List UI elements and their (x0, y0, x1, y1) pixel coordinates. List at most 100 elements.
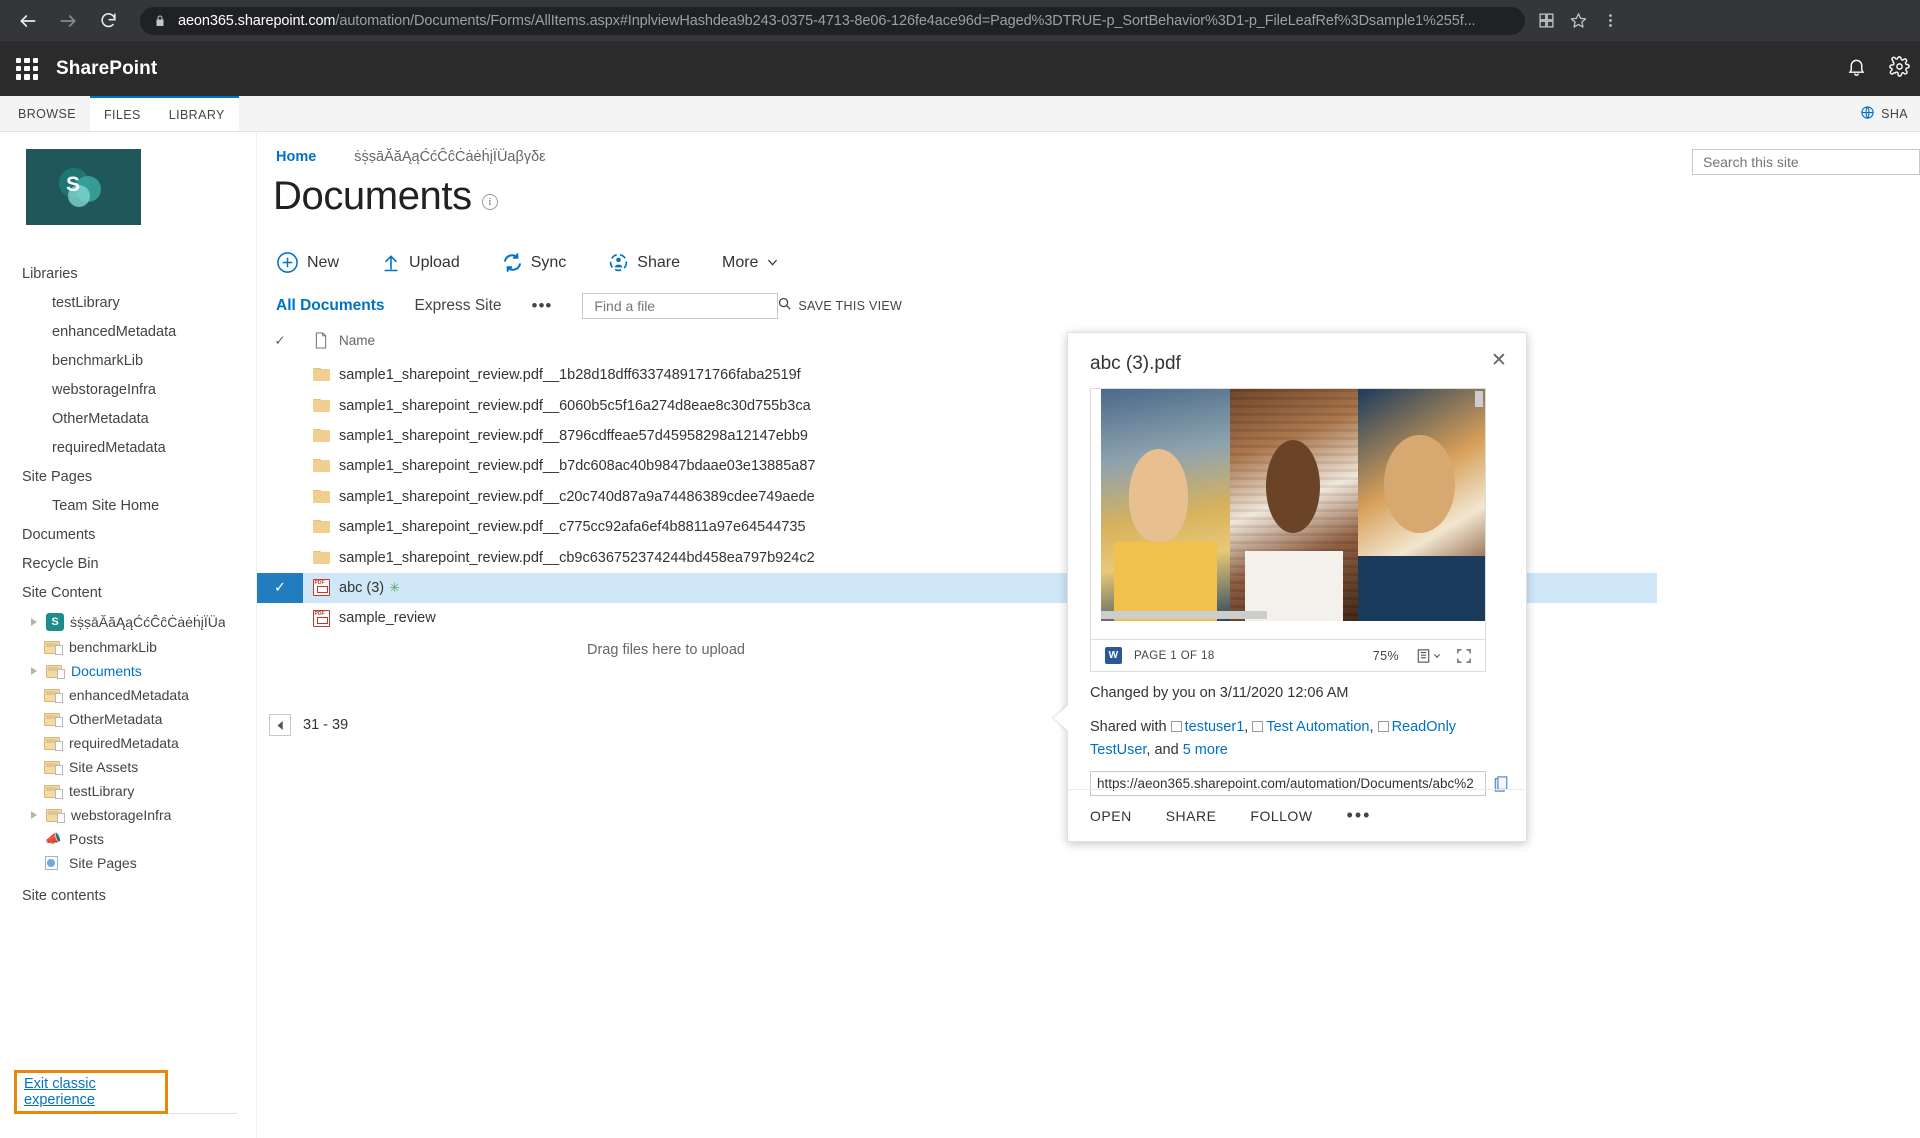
suite-title[interactable]: SharePoint (56, 58, 157, 80)
ribbon-tab-files[interactable]: FILES (90, 98, 155, 131)
row-checkbox[interactable]: ✓ (257, 572, 303, 604)
breadcrumb-site[interactable]: ṡṡ̩ṣāĂăĄąĆćĈĉĊȧėḣįÏÜaβγδε (354, 149, 545, 165)
nav-section-documents[interactable]: Documents (0, 520, 257, 549)
quick-launch-list: Libraries testLibrary enhancedMetadata b… (0, 259, 257, 910)
nav-item-benchmarklib[interactable]: benchmarkLib (0, 346, 257, 375)
save-this-view-link[interactable]: SAVE THIS VIEW (798, 299, 902, 313)
file-preview-callout: abc (3).pdf ✕ W PAGE 1 OF 18 75% Changed… (1054, 332, 1527, 842)
more-button[interactable]: More (722, 254, 821, 272)
find-a-file-box[interactable] (582, 293, 791, 319)
notifications-icon[interactable] (1846, 56, 1867, 82)
tree-item-posts[interactable]: 📣 Posts (0, 827, 257, 851)
page-title-text: Documents (273, 174, 472, 218)
tree-item-site-assets[interactable]: Site Assets (0, 755, 257, 779)
new-item-sparkle-icon: ✳ (389, 579, 401, 595)
person-presence-icon (1170, 721, 1182, 732)
tree-item-site-pages[interactable]: Site Pages (0, 851, 257, 875)
ribbon-share-area[interactable]: SHA (1860, 96, 1920, 131)
tree-item-label: ṡṡ̩ṣāĂăĄąĆćĈĉĊȧėḣįÏÜaβγδε (70, 614, 225, 630)
upload-button-label: Upload (409, 253, 460, 271)
ribbon-tab-browse[interactable]: BROWSE (0, 96, 90, 131)
changed-by-text: Changed by you on 3/11/2020 12:06 AM (1090, 685, 1349, 701)
twisty-icon[interactable] (30, 617, 40, 627)
open-button[interactable]: OPEN (1090, 808, 1132, 824)
forward-button[interactable] (50, 3, 86, 39)
info-icon[interactable]: i (481, 194, 498, 210)
folder-icon (44, 687, 63, 703)
find-a-file-input[interactable] (592, 297, 778, 315)
page-layout-icon[interactable] (1417, 648, 1441, 663)
word-icon: W (1105, 647, 1122, 664)
site-content-tree: S ṡṡ̩ṣāĂăĄąĆćĈĉĊȧėḣįÏÜaβγδε benchmarkLib… (0, 609, 257, 875)
tree-item-site-root[interactable]: S ṡṡ̩ṣāĂăĄąĆćĈĉĊȧėḣįÏÜaβγδε (0, 609, 257, 635)
twisty-icon[interactable] (30, 666, 40, 676)
tree-item-testlibrary[interactable]: testLibrary (0, 779, 257, 803)
exit-classic-experience-link[interactable]: Exit classic experience (24, 1076, 165, 1108)
nav-item-enhancedmetadata[interactable]: enhancedMetadata (0, 317, 257, 346)
view-tab-all-documents[interactable]: All Documents (276, 297, 385, 315)
browser-menu-icon[interactable] (1595, 6, 1625, 36)
tree-item-webstorageinfra[interactable]: webstorageInfra (0, 803, 257, 827)
close-icon[interactable]: ✕ (1486, 347, 1512, 373)
folder-icon (44, 711, 63, 727)
share-button[interactable]: SHARE (1166, 808, 1217, 824)
settings-gear-icon[interactable] (1889, 55, 1910, 82)
row-file-name-text: abc (3) (339, 579, 385, 596)
app-launcher-icon[interactable] (14, 56, 40, 82)
nav-item-webstorageinfra[interactable]: webstorageInfra (0, 375, 257, 404)
tree-item-othermetadata[interactable]: OtherMetadata (0, 707, 257, 731)
tree-item-benchmarklib[interactable]: benchmarkLib (0, 635, 257, 659)
tree-item-enhancedmetadata[interactable]: enhancedMetadata (0, 683, 257, 707)
bookmark-star-icon[interactable] (1563, 6, 1593, 36)
share-label: SHA (1881, 106, 1908, 121)
fullscreen-icon[interactable] (1457, 648, 1471, 663)
preview-zoom-level[interactable]: 75% (1373, 649, 1399, 663)
follow-button[interactable]: FOLLOW (1250, 808, 1312, 824)
callout-more-icon[interactable]: ••• (1347, 805, 1372, 826)
nav-item-requiredmetadata[interactable]: requiredMetadata (0, 433, 257, 462)
tree-item-documents[interactable]: Documents (0, 659, 257, 683)
view-more-icon[interactable]: ••• (532, 296, 553, 316)
page-title: Documents i (273, 174, 498, 219)
nav-section-recycle-bin[interactable]: Recycle Bin (0, 549, 257, 578)
ribbon-tab-library[interactable]: LIBRARY (155, 98, 239, 131)
view-tab-express-site[interactable]: Express Site (415, 297, 502, 315)
sharepoint-site-logo: S (26, 149, 141, 225)
install-app-icon[interactable] (1531, 6, 1561, 36)
upload-button[interactable]: Upload (381, 252, 502, 274)
sidebar-footer: Exit classic experience (0, 1070, 257, 1114)
tree-item-label: enhancedMetadata (69, 687, 189, 703)
select-all-checkmark-icon[interactable]: ✓ (257, 333, 303, 349)
nav-item-testlibrary[interactable]: testLibrary (0, 288, 257, 317)
shared-user-link[interactable]: Test Automation (1266, 719, 1369, 735)
nav-section-libraries: Libraries (22, 265, 78, 282)
drag-files-hint: Drag files here to upload (587, 642, 745, 658)
shared-more-link[interactable]: 5 more (1183, 742, 1228, 758)
reload-button[interactable] (90, 3, 126, 39)
breadcrumb-home[interactable]: Home (276, 149, 316, 165)
back-button[interactable] (10, 3, 46, 39)
nav-section-site-pages[interactable]: Site Pages (0, 462, 257, 491)
nav-item-site-contents[interactable]: Site contents (0, 881, 257, 910)
search-input[interactable] (1701, 153, 1911, 171)
person-presence-icon (1252, 721, 1264, 732)
nav-item-team-site-home[interactable]: Team Site Home (0, 491, 257, 520)
new-button[interactable]: New (276, 251, 381, 274)
search-this-site-box[interactable] (1692, 149, 1920, 175)
more-button-label: More (722, 253, 759, 271)
share-button[interactable]: Share (608, 252, 722, 273)
shared-user-link[interactable]: testuser1 (1185, 719, 1245, 735)
folder-icon (44, 783, 63, 799)
twisty-icon[interactable] (30, 810, 40, 820)
tree-item-requiredmetadata[interactable]: requiredMetadata (0, 731, 257, 755)
prev-page-icon[interactable] (269, 714, 291, 736)
search-icon[interactable] (777, 296, 792, 316)
nav-section-site-content[interactable]: Site Content (0, 578, 257, 607)
preview-vertical-scrollbar[interactable] (1475, 391, 1483, 407)
folder-icon (303, 398, 339, 413)
sync-button[interactable]: Sync (502, 252, 609, 273)
document-preview-frame[interactable] (1090, 388, 1486, 640)
nav-item-othermetadata[interactable]: OtherMetadata (0, 404, 257, 433)
address-bar[interactable]: aeon365.sharepoint.com/automation/Docume… (140, 6, 1525, 35)
preview-horizontal-scrollbar[interactable] (1101, 611, 1267, 619)
